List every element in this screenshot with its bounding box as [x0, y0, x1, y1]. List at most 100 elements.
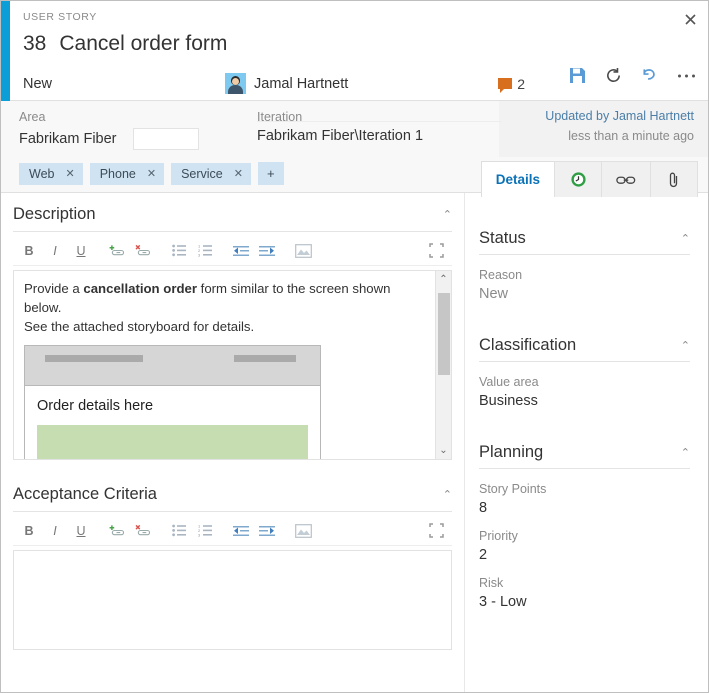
description-bold-phrase: cancellation order	[83, 281, 197, 296]
svg-text:3: 3	[198, 532, 201, 537]
classification-section: Classification ⌃ Value area Business	[479, 336, 690, 409]
work-item-id: 38	[23, 32, 47, 55]
scrollbar-thumb[interactable]	[438, 293, 450, 375]
refresh-button[interactable]	[605, 67, 622, 84]
acceptance-criteria-header: Acceptance Criteria ⌃	[13, 485, 452, 512]
risk-value[interactable]: 3 - Low	[479, 594, 690, 610]
scroll-down-icon[interactable]: ⌄	[436, 442, 451, 459]
more-options-button[interactable]	[677, 73, 696, 79]
mockup-placeholder-line	[45, 355, 143, 363]
storyboard-mockup-image: Order details here	[24, 345, 321, 459]
link-icon	[616, 176, 636, 184]
mockup-placeholder-line	[234, 355, 296, 363]
updated-by-link[interactable]: Updated by Jamal Hartnett	[499, 109, 694, 123]
value-area-value[interactable]: Business	[479, 393, 690, 409]
avatar	[225, 73, 246, 94]
close-button[interactable]	[676, 6, 704, 32]
description-editor[interactable]: Provide a cancellation order form simila…	[13, 270, 452, 460]
numbered-list-icon[interactable]: 1 2 3	[195, 241, 215, 261]
story-points-label: Story Points	[479, 482, 547, 496]
state-field[interactable]: New	[23, 76, 225, 92]
bold-icon[interactable]: B	[19, 521, 39, 541]
save-button[interactable]	[569, 67, 586, 84]
description-toolbar: B I U 1 2 3	[13, 236, 452, 266]
work-item-type-label: USER STORY	[23, 11, 97, 23]
assigned-to-field[interactable]: Jamal Hartnett	[225, 73, 348, 94]
iteration-label: Iteration	[257, 110, 303, 124]
value-area-field: Value area Business	[479, 375, 690, 409]
tab-history[interactable]	[554, 161, 602, 197]
collapse-acceptance-criteria-icon[interactable]: ⌃	[443, 488, 452, 501]
italic-icon[interactable]: I	[45, 241, 65, 261]
remove-tag-icon[interactable]: ✕	[147, 167, 156, 180]
priority-label: Priority	[479, 529, 518, 543]
discussion-count[interactable]: 2	[498, 75, 526, 93]
add-tag-button[interactable]: +	[257, 162, 284, 185]
page-title[interactable]: Cancel order form	[59, 32, 227, 56]
planning-section: Planning ⌃ Story Points 8 Priority 2 Ris…	[479, 443, 690, 610]
attachment-icon	[669, 172, 678, 187]
work-item-body: Description ⌃ B I U 1 2 3 Provide a canc…	[1, 193, 708, 692]
reason-value: New	[479, 286, 509, 302]
scroll-up-icon[interactable]: ⌃	[436, 271, 451, 288]
undo-button[interactable]	[641, 67, 658, 84]
work-item-dialog: USER STORY 38 Cancel order form New Jama…	[0, 0, 709, 693]
work-item-title-row: 38 Cancel order form	[23, 32, 227, 56]
mockup-header-bar	[25, 346, 320, 387]
acceptance-criteria-editor[interactable]	[13, 550, 452, 650]
collapse-planning-icon[interactable]: ⌃	[681, 446, 690, 459]
description-text[interactable]: Provide a cancellation order form simila…	[14, 271, 433, 459]
tag-chip[interactable]: Phone ✕	[89, 162, 165, 185]
status-section-title: Status	[479, 229, 526, 247]
indent-icon[interactable]	[257, 241, 277, 261]
insert-image-icon[interactable]	[293, 521, 313, 541]
collapse-description-icon[interactable]: ⌃	[443, 208, 452, 221]
tag-label: Phone	[99, 166, 136, 181]
mockup-heading: Order details here	[37, 398, 154, 415]
insert-image-icon[interactable]	[293, 241, 313, 261]
tab-links[interactable]	[601, 161, 651, 197]
outdent-icon[interactable]	[231, 241, 251, 261]
description-header: Description ⌃	[13, 205, 452, 232]
tab-attachments[interactable]	[650, 161, 698, 197]
insert-link-icon[interactable]	[107, 241, 127, 261]
remove-tag-icon[interactable]: ✕	[65, 167, 74, 180]
expand-editor-icon[interactable]	[426, 241, 446, 261]
acceptance-criteria-text[interactable]	[14, 551, 433, 567]
comment-count-label: 2	[517, 75, 526, 92]
area-input[interactable]	[132, 128, 199, 150]
tag-chip[interactable]: Web ✕	[19, 162, 83, 185]
underline-icon[interactable]: U	[71, 521, 91, 541]
tag-chip[interactable]: Service ✕	[171, 162, 251, 185]
area-field: Area Fabrikam Fiber	[19, 110, 251, 150]
numbered-list-icon[interactable]: 1 2 3	[195, 521, 215, 541]
area-value[interactable]: Fabrikam Fiber	[19, 131, 117, 147]
tab-details[interactable]: Details	[480, 161, 555, 197]
expand-editor-icon[interactable]	[426, 521, 446, 541]
collapse-status-icon[interactable]: ⌃	[681, 232, 690, 245]
bullet-list-icon[interactable]	[169, 521, 189, 541]
indent-icon[interactable]	[257, 521, 277, 541]
remove-link-icon[interactable]	[133, 241, 153, 261]
outdent-icon[interactable]	[231, 521, 251, 541]
description-line1-pre: Provide a	[24, 281, 84, 296]
classification-section-title: Classification	[479, 336, 577, 354]
story-points-value[interactable]: 8	[479, 500, 690, 516]
underline-icon[interactable]: U	[71, 241, 91, 261]
description-line2: See the attached storyboard for details.	[24, 319, 255, 335]
remove-link-icon[interactable]	[133, 521, 153, 541]
description-scrollbar[interactable]: ⌃ ⌄	[435, 271, 451, 459]
iteration-value[interactable]: Fabrikam Fiber\Iteration 1	[257, 128, 502, 144]
right-column: Status ⌃ Reason New Classification ⌃ Val…	[464, 193, 708, 692]
italic-icon[interactable]: I	[45, 521, 65, 541]
status-section: Status ⌃ Reason New	[479, 229, 690, 302]
updated-timestamp: less than a minute ago	[568, 129, 694, 143]
bold-icon[interactable]: B	[19, 241, 39, 261]
remove-tag-icon[interactable]: ✕	[234, 167, 243, 180]
bullet-list-icon[interactable]	[169, 241, 189, 261]
collapse-classification-icon[interactable]: ⌃	[681, 339, 690, 352]
insert-link-icon[interactable]	[107, 521, 127, 541]
acceptance-criteria-title: Acceptance Criteria	[13, 485, 157, 503]
priority-value[interactable]: 2	[479, 547, 690, 563]
value-area-label: Value area	[479, 375, 539, 389]
